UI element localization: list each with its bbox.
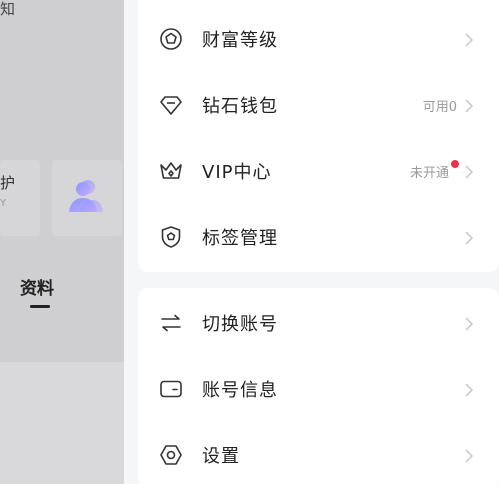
chevron-right-icon [465, 32, 477, 47]
chevron-right-icon [465, 98, 477, 113]
menu-item-diamond-wallet[interactable]: 钻石钱包 可用0 [138, 72, 499, 138]
menu-item-label: 标签管理 [202, 228, 278, 249]
menu-group-account-settings: 切换账号 账号信息 设置 [138, 288, 499, 484]
menu-item-settings[interactable]: 设置 [138, 422, 499, 484]
vip-status: 未开通 [409, 165, 449, 181]
wallet-balance: 可用0 [422, 99, 457, 115]
gear-hexagon-icon [158, 442, 184, 468]
background-card-subtext: Y [0, 198, 7, 209]
chevron-right-icon [465, 448, 477, 463]
chevron-right-icon [465, 164, 477, 179]
menu-item-tag-management[interactable]: 标签管理 [138, 204, 499, 270]
card-icon [158, 376, 184, 402]
tag-shield-icon [158, 224, 184, 250]
menu-item-label: 账号信息 [202, 380, 278, 401]
background-tab-profile: 资料 [20, 279, 54, 299]
side-drawer: 财富等级 钻石钱包 可用0 VIP中心 未开通 标签管理 切换账号 账号信息 设… [124, 0, 499, 484]
menu-item-label: 钻石钱包 [202, 96, 278, 117]
menu-item-vip-center[interactable]: VIP中心 未开通 [138, 138, 499, 204]
background-content-area [0, 362, 124, 484]
menu-item-label: VIP中心 [202, 162, 272, 183]
switch-arrows-icon [158, 310, 184, 336]
menu-item-switch-account[interactable]: 切换账号 [138, 290, 499, 356]
crown-icon [158, 158, 184, 184]
avatar-icon [69, 180, 103, 212]
menu-item-label: 设置 [202, 446, 240, 467]
badge-icon [158, 26, 184, 52]
background-page: 知 护 Y 资料 [0, 0, 124, 484]
chevron-right-icon [465, 316, 477, 331]
diamond-icon [158, 92, 184, 118]
menu-item-account-info[interactable]: 账号信息 [138, 356, 499, 422]
menu-item-label: 切换账号 [202, 314, 278, 335]
menu-group-account-features: 财富等级 钻石钱包 可用0 VIP中心 未开通 标签管理 [138, 0, 499, 272]
chevron-right-icon [465, 382, 477, 397]
notification-dot [451, 160, 459, 168]
background-tab-underline [30, 305, 50, 308]
menu-item-wealth-level[interactable]: 财富等级 [138, 6, 499, 72]
background-top-text: 知 [0, 0, 16, 18]
chevron-right-icon [465, 230, 477, 245]
background-card-text: 护 [0, 174, 16, 192]
menu-item-label: 财富等级 [202, 30, 278, 51]
